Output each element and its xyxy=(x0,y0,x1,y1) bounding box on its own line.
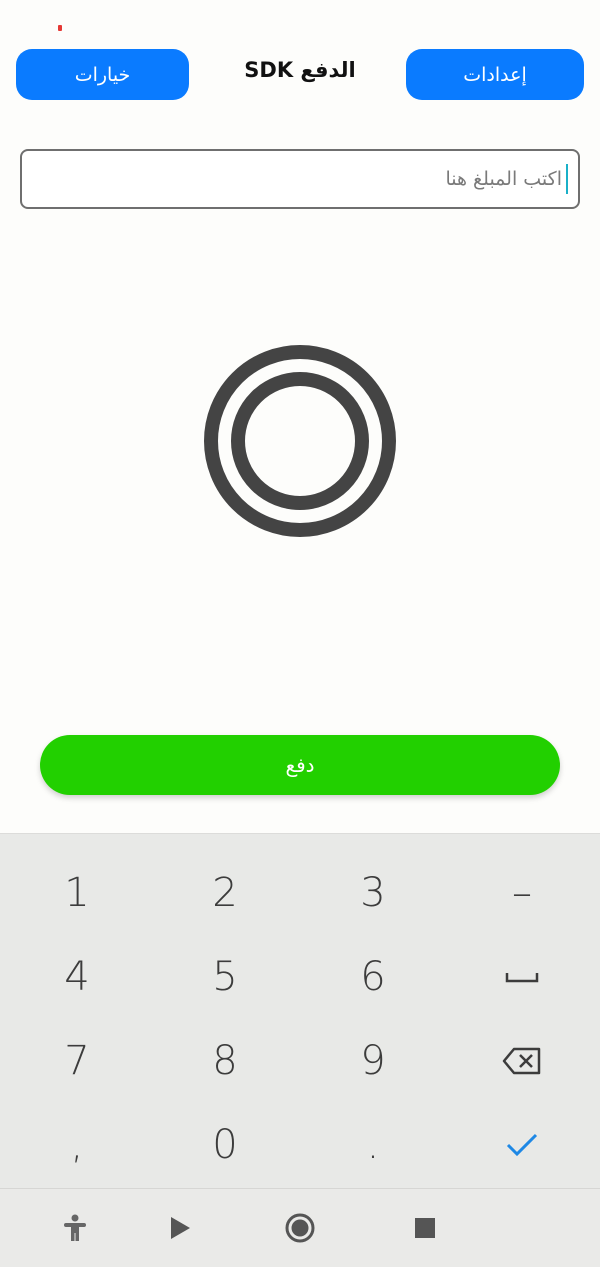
key-8[interactable]: 8 xyxy=(150,1019,300,1103)
app-title: الدفع SDK xyxy=(244,58,356,82)
key-0[interactable]: 0 xyxy=(150,1103,300,1187)
status-indicator xyxy=(58,25,62,31)
key-done[interactable] xyxy=(447,1103,597,1187)
pay-button[interactable]: دفع xyxy=(40,735,560,795)
key-6[interactable]: 6 xyxy=(298,935,448,1019)
contactless-rings-icon xyxy=(204,345,396,537)
amount-input[interactable] xyxy=(22,151,578,207)
space-icon xyxy=(505,973,539,983)
check-icon xyxy=(506,1133,538,1157)
key-minus[interactable]: – xyxy=(447,851,597,935)
stop-icon[interactable] xyxy=(410,1213,440,1243)
key-1[interactable]: 1 xyxy=(2,851,152,935)
text-cursor xyxy=(566,164,568,194)
key-9[interactable]: 9 xyxy=(298,1019,448,1103)
accessibility-icon[interactable] xyxy=(60,1213,90,1243)
key-5[interactable]: 5 xyxy=(150,935,300,1019)
amount-field[interactable] xyxy=(20,149,580,209)
key-2[interactable]: 2 xyxy=(150,851,300,935)
key-comma[interactable]: , xyxy=(2,1103,152,1187)
options-button[interactable]: خيارات xyxy=(16,49,189,100)
numeric-keyboard: 1 2 3 – 4 5 6 7 8 9 , 0 . xyxy=(0,833,600,1188)
backspace-icon xyxy=(502,1047,541,1075)
key-7[interactable]: 7 xyxy=(2,1019,152,1103)
key-backspace[interactable] xyxy=(447,1019,597,1103)
key-3[interactable]: 3 xyxy=(298,851,448,935)
system-nav-bar xyxy=(0,1188,600,1267)
key-space[interactable] xyxy=(447,935,597,1019)
settings-button[interactable]: إعدادات xyxy=(406,49,584,100)
key-period[interactable]: . xyxy=(298,1103,448,1187)
play-icon[interactable] xyxy=(165,1213,195,1243)
key-4[interactable]: 4 xyxy=(2,935,152,1019)
record-icon[interactable] xyxy=(285,1213,315,1243)
